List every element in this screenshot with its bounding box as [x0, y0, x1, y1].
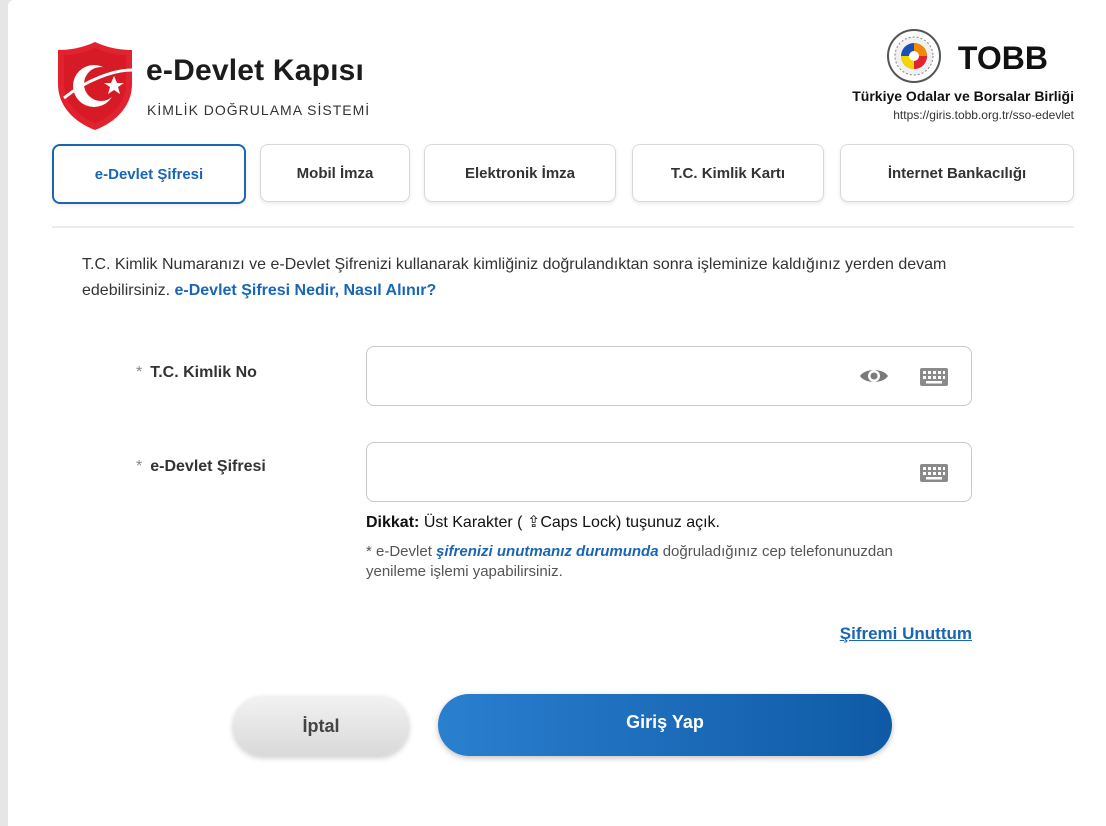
tobb-seal-icon [887, 29, 941, 83]
virtual-keyboard-icon[interactable] [919, 367, 949, 387]
caps-lock-warning: Dikkat: Üst Karakter ( ⇪Caps Lock) tuşun… [366, 512, 720, 532]
tab-tc-kimlik-karti[interactable]: T.C. Kimlik Kartı [632, 144, 824, 202]
login-card: e-Devlet Kapısı KİMLİK DOĞRULAMA SİSTEMİ… [8, 0, 1106, 826]
tab-internet-bankaciligi[interactable]: İnternet Bankacılığı [840, 144, 1074, 202]
brand-subtitle: KİMLİK DOĞRULAMA SİSTEMİ [147, 102, 371, 118]
password-field [366, 442, 972, 502]
password-label: * e-Devlet Şifresi [136, 458, 266, 476]
tab-label: İnternet Bankacılığı [887, 164, 1027, 182]
tab-elektronik-imza[interactable]: Elektronik İmza [424, 144, 616, 202]
forgot-password-link[interactable]: Şifremi Unuttum [840, 624, 972, 644]
tc-kimlik-label: * T.C. Kimlik No [136, 364, 257, 382]
warning-text: Üst Karakter ( ⇪Caps Lock) tuşunuz açık. [423, 514, 720, 531]
turkish-crescent-shield-icon [58, 42, 133, 130]
org-short-name: TOBB [957, 40, 1048, 76]
intro-text: T.C. Kimlik Numaranızı ve e-Devlet Şifre… [82, 252, 1002, 304]
cancel-button[interactable]: İptal [233, 696, 409, 756]
tobb-brand: TOBB Türkiye Odalar ve Borsalar Birliği … [744, 28, 1074, 128]
brand-title: e-Devlet Kapısı [146, 54, 365, 87]
password-label-text: e-Devlet Şifresi [150, 458, 266, 475]
tab-mobil-imza[interactable]: Mobil İmza [260, 144, 410, 202]
tc-kimlik-label-text: T.C. Kimlik No [150, 364, 257, 381]
org-full-name: Türkiye Odalar ve Borsalar Birliği [852, 88, 1074, 104]
tc-kimlik-input[interactable] [381, 361, 845, 393]
tab-label: e-Devlet Şifresi [94, 165, 204, 183]
tab-label: Elektronik İmza [464, 164, 576, 182]
tc-kimlik-field [366, 346, 972, 406]
virtual-keyboard-icon[interactable] [919, 463, 949, 483]
required-mark: * [136, 364, 143, 381]
edevlet-brand: e-Devlet Kapısı KİMLİK DOĞRULAMA SİSTEMİ [56, 40, 456, 130]
note-emphasis: şifrenizi unutmanız durumunda [436, 543, 659, 560]
warning-bold: Dikkat: [366, 514, 420, 531]
divider [52, 226, 1074, 228]
tab-edevlet-sifresi[interactable]: e-Devlet Şifresi [52, 144, 246, 204]
tab-label: Mobil İmza [296, 164, 374, 182]
password-input[interactable] [381, 457, 845, 489]
required-mark: * [136, 458, 143, 475]
what-is-edevlet-password-link[interactable]: e-Devlet Şifresi Nedir, Nasıl Alınır? [175, 282, 437, 299]
login-button[interactable]: Giriş Yap [438, 694, 892, 756]
note-prefix: * e-Devlet [366, 543, 437, 560]
eye-icon[interactable] [859, 365, 889, 387]
forgot-note: * e-Devlet şifrenizi unutmanız durumunda… [366, 542, 926, 582]
org-url: https://giris.tobb.org.tr/sso-edevlet [893, 108, 1074, 122]
tab-label: T.C. Kimlik Kartı [670, 164, 786, 182]
